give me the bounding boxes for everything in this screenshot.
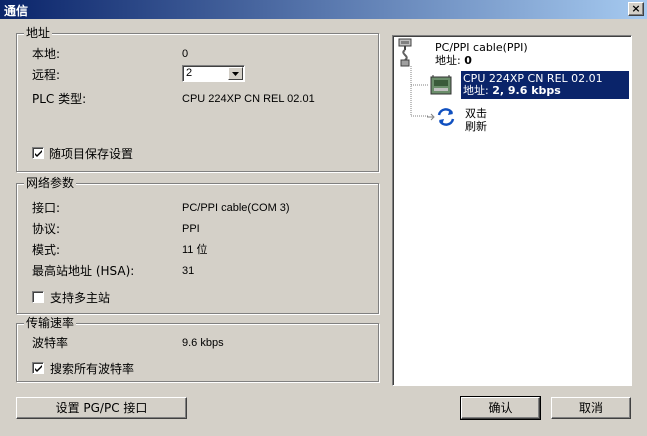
pc-ppi-cable-icon — [398, 38, 412, 67]
set-pg-pc-interface-button[interactable]: 设置 PG/PC 接口 — [16, 397, 187, 419]
refresh-icon — [427, 108, 455, 126]
ok-button[interactable]: 确认 — [460, 396, 541, 420]
plc-type-value: CPU 224XP CN REL 02.01 — [182, 93, 315, 105]
baud-rate-value: 9.6 kbps — [182, 337, 224, 349]
remote-label: 远程: — [32, 68, 61, 82]
interface-value: PC/PPI cable(COM 3) — [182, 202, 290, 214]
refresh-node-line2[interactable]: 刷新 — [465, 121, 487, 133]
save-with-project-checkbox[interactable] — [32, 147, 44, 159]
multimaster-label: 支持多主站 — [50, 291, 111, 305]
local-label: 本地: — [32, 47, 61, 61]
plc-node-address: 地址: 2, 9.6 kbps — [463, 85, 627, 97]
baud-rate-label: 波特率 — [32, 336, 69, 350]
refresh-node-line1[interactable]: 双击 — [465, 108, 487, 120]
protocol-label: 协议: — [32, 222, 61, 236]
cable-node-address: 地址: 0 — [435, 55, 472, 67]
search-all-baud-label: 搜索所有波特率 — [50, 362, 135, 376]
plc-type-label: PLC 类型: — [32, 92, 87, 106]
mode-value: 11 位 — [182, 244, 208, 256]
cable-node-name[interactable]: PC/PPI cable(PPI) — [435, 42, 528, 54]
check-icon — [35, 150, 42, 157]
check-icon — [35, 365, 42, 372]
address-group-legend: 地址 — [24, 26, 53, 40]
network-tree[interactable]: PC/PPI cable(PPI) 地址: 0 CPU 224XP CN REL… — [392, 35, 632, 386]
close-icon: × — [631, 2, 641, 15]
remote-dropdown-button[interactable] — [228, 67, 243, 80]
chevron-down-icon — [232, 72, 239, 76]
mode-label: 模式: — [32, 243, 61, 257]
cable-address-label: 地址: — [435, 54, 461, 67]
multimaster-checkbox[interactable] — [32, 291, 44, 303]
window-title: 通信 — [4, 4, 29, 18]
plc-address-value: 2, 9.6 kbps — [492, 84, 561, 97]
network-group-legend: 网络参数 — [24, 176, 77, 190]
save-with-project-label: 随项目保存设置 — [49, 147, 134, 161]
protocol-value: PPI — [182, 223, 200, 235]
cable-address-value: 0 — [464, 54, 472, 67]
local-value: 0 — [182, 48, 189, 60]
search-all-baud-checkbox[interactable] — [32, 362, 44, 374]
cancel-button[interactable]: 取消 — [551, 397, 631, 419]
baud-group-legend: 传输速率 — [24, 316, 77, 330]
plc-address-label: 地址: — [463, 84, 489, 97]
title-bar: 通信 × — [0, 0, 647, 19]
close-button[interactable]: × — [628, 2, 644, 16]
plc-icon — [430, 75, 452, 95]
plc-node[interactable]: CPU 224XP CN REL 02.01 地址: 2, 9.6 kbps — [461, 71, 629, 99]
hsa-label: 最高站地址 (HSA): — [32, 264, 135, 278]
remote-address-value: 2 — [186, 67, 193, 79]
remote-address-select[interactable]: 2 — [182, 65, 245, 82]
interface-label: 接口: — [32, 201, 61, 215]
hsa-value: 31 — [182, 265, 195, 277]
